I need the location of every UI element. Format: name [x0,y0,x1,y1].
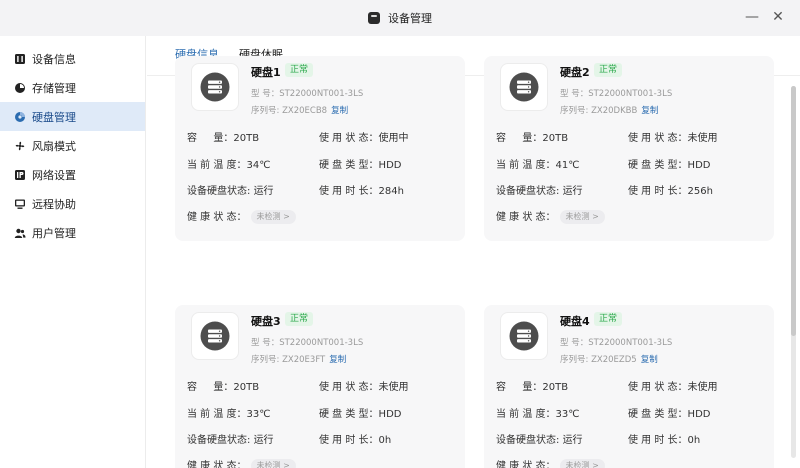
capacity-row: 容 量：20TB [496,382,569,393]
disk-model: 型 号：ST22000NT001-3LS [251,89,364,99]
sidebar-item-label: 存储管理 [32,81,76,95]
app-icon [368,12,380,24]
disk-management-icon [14,111,26,123]
health-check-button[interactable]: 未检测 > [559,459,605,468]
device-status-row: 设备硬盘状态: 运行 [496,186,583,197]
sidebar-item-label: 风扇模式 [32,139,76,153]
storage-pie-icon [14,82,26,94]
disk-type-row: 硬 盘 类 型：HDD [628,409,711,420]
temperature-row: 当 前 温 度：34℃ [187,160,271,171]
window-title: 设备管理 [388,12,432,25]
disk-card-grid: 硬盘1 正常 型 号：ST22000NT001-3LS 序列号: ZX20ECB… [175,56,775,468]
disk-serial: 序列号: ZX20EZD5 复制 [560,355,658,365]
copy-serial-link[interactable]: 复制 [641,106,658,116]
capacity-row: 容 量：20TB [187,133,260,144]
disk-name: 硬盘4 [560,315,590,328]
fan-icon [14,140,26,152]
disk-name: 硬盘3 [251,315,281,328]
temperature-row: 当 前 温 度：33℃ [496,409,580,420]
hard-disk-icon [191,63,239,111]
sidebar-item-label: 硬盘管理 [32,110,76,124]
status-badge: 正常 [594,312,623,326]
sidebar-item-device-info[interactable]: 设备信息 [0,44,145,73]
sidebar-item-label: 用户管理 [32,226,76,240]
disk-card: 硬盘1 正常 型 号：ST22000NT001-3LS 序列号: ZX20ECB… [175,56,465,241]
disk-card: 硬盘2 正常 型 号：ST22000NT001-3LS 序列号: ZX20DKB… [484,56,774,241]
disk-model: 型 号：ST22000NT001-3LS [251,338,364,348]
health-row: 健 康 状 态： 未检测 > [496,457,605,468]
disk-name: 硬盘1 [251,66,281,79]
health-check-button[interactable]: 未检测 > [250,459,296,468]
disk-serial: 序列号: ZX20ECB8 复制 [251,106,349,116]
usage-time-row: 使 用 时 长：256h [628,186,713,197]
disk-model: 型 号：ST22000NT001-3LS [560,89,673,99]
status-badge: 正常 [594,63,623,77]
disk-type-row: 硬 盘 类 型：HDD [628,160,711,171]
main-content: 硬盘信息 硬盘休眠 硬盘1 正常 型 号：ST22000NT001-3LS 序列… [147,36,800,468]
sidebar-item-user-management[interactable]: 用户管理 [0,218,145,247]
device-status-row: 设备硬盘状态: 运行 [496,435,583,446]
disk-serial: 序列号: ZX20DKBB 复制 [560,106,659,116]
capacity-row: 容 量：20TB [496,133,569,144]
sidebar: 设备信息 存储管理 硬盘管理 风扇模式 网络设置 远程协助 用户管理 [0,36,146,468]
capacity-row: 容 量：20TB [187,382,260,393]
health-check-button[interactable]: 未检测 > [250,210,296,224]
status-badge: 正常 [285,63,314,77]
copy-serial-link[interactable]: 复制 [329,355,346,365]
disk-type-row: 硬 盘 类 型：HDD [319,409,402,420]
disk-model: 型 号：ST22000NT001-3LS [560,338,673,348]
health-row: 健 康 状 态： 未检测 > [496,208,605,224]
usage-time-row: 使 用 时 长：284h [319,186,404,197]
usage-time-row: 使 用 时 长：0h [319,435,392,446]
device-status-row: 设备硬盘状态: 运行 [187,186,274,197]
health-check-button[interactable]: 未检测 > [559,210,605,224]
device-status-row: 设备硬盘状态: 运行 [187,435,274,446]
usage-status-row: 使 用 状 态：未使用 [628,382,718,393]
copy-serial-link[interactable]: 复制 [641,355,658,365]
disk-serial: 序列号: ZX20E3FT 复制 [251,355,347,365]
temperature-row: 当 前 温 度：33℃ [187,409,271,420]
health-row: 健 康 状 态： 未检测 > [187,208,296,224]
sidebar-item-network[interactable]: 网络设置 [0,160,145,189]
network-ip-icon [14,169,26,181]
hard-disk-icon [500,312,548,360]
hard-disk-icon [500,63,548,111]
sidebar-item-label: 网络设置 [32,168,76,182]
users-icon [14,227,26,239]
scrollbar[interactable] [791,86,796,458]
sidebar-item-remote-assist[interactable]: 远程协助 [0,189,145,218]
device-info-icon [14,53,26,65]
usage-status-row: 使 用 状 态：使用中 [319,133,409,144]
disk-type-row: 硬 盘 类 型：HDD [319,160,402,171]
sidebar-item-disk-management[interactable]: 硬盘管理 [0,102,145,131]
sidebar-item-fan-mode[interactable]: 风扇模式 [0,131,145,160]
temperature-row: 当 前 温 度：41℃ [496,160,580,171]
title-bar: 设备管理 — ✕ [0,0,800,36]
device-manager-window: 设备管理 — ✕ 设备信息 存储管理 硬盘管理 风扇模式 网络设置 远程协助 用… [0,0,800,468]
remote-monitor-icon [14,198,26,210]
health-row: 健 康 状 态： 未检测 > [187,457,296,468]
usage-status-row: 使 用 状 态：未使用 [628,133,718,144]
close-icon[interactable]: ✕ [768,8,788,26]
minimize-icon[interactable]: — [742,8,762,26]
sidebar-item-label: 远程协助 [32,197,76,211]
sidebar-item-label: 设备信息 [32,52,76,66]
usage-status-row: 使 用 状 态：未使用 [319,382,409,393]
disk-card: 硬盘3 正常 型 号：ST22000NT001-3LS 序列号: ZX20E3F… [175,305,465,468]
scrollbar-thumb[interactable] [791,86,796,336]
sidebar-item-storage[interactable]: 存储管理 [0,73,145,102]
copy-serial-link[interactable]: 复制 [331,106,348,116]
hard-disk-icon [191,312,239,360]
usage-time-row: 使 用 时 长：0h [628,435,701,446]
disk-card: 硬盘4 正常 型 号：ST22000NT001-3LS 序列号: ZX20EZD… [484,305,774,468]
status-badge: 正常 [285,312,314,326]
disk-name: 硬盘2 [560,66,590,79]
